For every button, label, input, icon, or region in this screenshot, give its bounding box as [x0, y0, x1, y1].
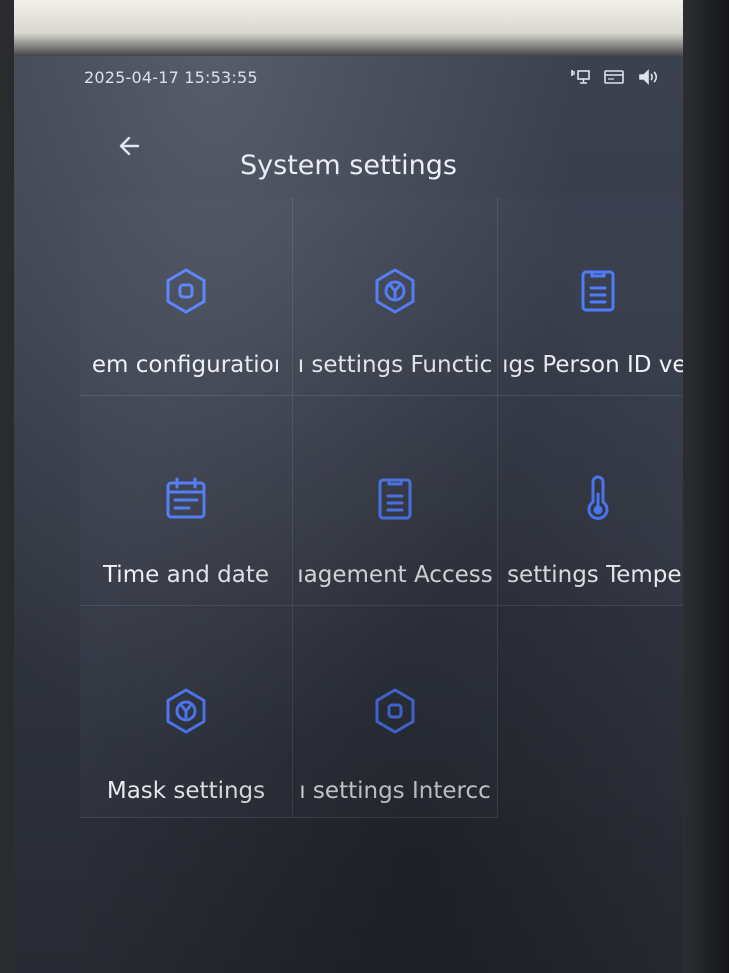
tile-system-configuration[interactable]: em configuratioı: [80, 198, 293, 396]
photo-background: [0, 0, 729, 60]
hexagon-square-icon: [166, 268, 206, 314]
header: System settings: [14, 116, 683, 181]
tile-label: ıagement Access: [297, 562, 493, 588]
tile-temperature-settings[interactable]: settings Tempeı: [498, 396, 683, 606]
page-title: System settings: [240, 150, 457, 182]
settings-grid: em configuratioı ı settings Functic ıgs …: [80, 198, 683, 838]
thermometer-icon: [587, 475, 608, 520]
empty-tile: [498, 606, 683, 818]
device-bezel-left: [0, 0, 14, 973]
network-icon: [569, 68, 591, 86]
tile-label: ı settings Intercc: [299, 778, 491, 804]
tile-mask-settings[interactable]: Mask settings: [80, 606, 293, 818]
status-clock: 2025-04-17 15:53:55: [84, 68, 258, 87]
hexagon-y-icon: [375, 268, 415, 314]
clipboard-icon: [378, 478, 412, 520]
hexagon-y-icon: [166, 688, 206, 734]
hexagon-square-icon: [375, 688, 415, 734]
status-bar: 2025-04-17 15:53:55: [14, 56, 683, 96]
calendar-icon: [166, 477, 206, 519]
tile-label: em configuratioı: [91, 352, 281, 378]
device-screen: 2025-04-17 15:53:55 System settings em c…: [14, 56, 683, 973]
speaker-icon: [637, 68, 659, 86]
tile-function-settings[interactable]: ı settings Functic: [293, 198, 498, 396]
tile-label: settings Tempeı: [507, 562, 683, 588]
tile-label: ı settings Functic: [297, 352, 493, 378]
clipboard-icon: [581, 270, 614, 312]
tile-person-id-verification[interactable]: ıgs Person ID veı: [498, 198, 683, 396]
tile-label: Time and date: [102, 562, 270, 588]
card-icon: [603, 68, 625, 86]
status-icons: [569, 68, 659, 86]
tile-intercom-settings[interactable]: ı settings Intercc: [293, 606, 498, 818]
tile-time-and-date[interactable]: Time and date: [80, 396, 293, 606]
tile-label: Mask settings: [106, 778, 266, 804]
tile-access-management[interactable]: ıagement Access: [293, 396, 498, 606]
tile-label: ıgs Person ID veı: [502, 352, 683, 378]
device-bezel-right: [683, 0, 729, 973]
